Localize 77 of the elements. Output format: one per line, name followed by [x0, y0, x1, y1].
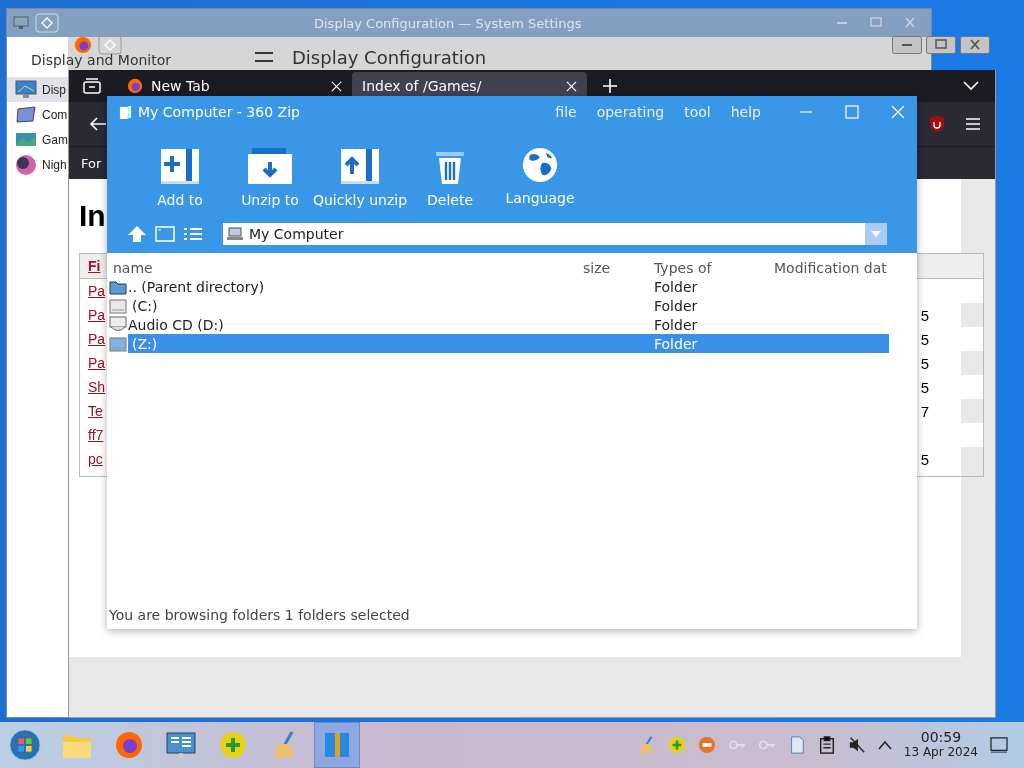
muted-speaker-icon[interactable]	[847, 736, 866, 754]
column-header[interactable]: Modification dat	[774, 259, 887, 276]
caret-icon	[871, 231, 881, 237]
back-icon[interactable]	[89, 116, 107, 132]
file-link[interactable]: Pa	[88, 331, 106, 347]
table-cell: 7	[920, 402, 929, 420]
maximize-icon[interactable]	[926, 36, 956, 54]
moon-icon	[15, 153, 37, 176]
archive-icon	[322, 730, 352, 760]
tab-list-icon[interactable]	[83, 78, 101, 94]
section-title: Display and Monitor	[31, 52, 172, 68]
globe-icon	[521, 146, 559, 184]
file-link[interactable]: Te	[88, 403, 103, 419]
window-title: Display Configuration — System Settings	[314, 15, 582, 31]
list-view-icon[interactable]	[183, 227, 203, 241]
screen-icon	[15, 104, 37, 125]
folder-download-icon	[246, 146, 294, 186]
file-link[interactable]: Pa	[88, 283, 106, 299]
clipboard-icon[interactable]	[817, 736, 836, 754]
show-desktop-icon[interactable]	[990, 737, 1008, 753]
status-text: You are browsing folders 1 folders selected	[108, 607, 411, 625]
file-link[interactable]: pc	[88, 451, 103, 467]
table-cell: 5	[920, 378, 929, 396]
browser-tab[interactable]: New Tab	[117, 72, 352, 100]
file-link[interactable]: Sh	[88, 379, 106, 395]
column-header[interactable]: Types of	[654, 259, 774, 276]
monitor-icon	[15, 79, 37, 100]
file-link[interactable]: Pa	[88, 307, 106, 323]
sidebar-item[interactable]: Nigh	[7, 152, 68, 177]
drive-icon	[109, 335, 127, 352]
column-header[interactable]: name	[113, 259, 583, 276]
column-header[interactable]: size	[583, 259, 654, 276]
file-row[interactable]: (C:) Folder	[128, 296, 889, 315]
sidebar-item[interactable]: Gam	[7, 127, 68, 152]
file-row[interactable]: .. (Parent directory) Folder	[128, 277, 889, 296]
start-button[interactable]	[8, 728, 42, 762]
dropdown-button[interactable]	[865, 223, 887, 245]
menu-icon[interactable]	[254, 50, 274, 64]
new-tab-icon[interactable]	[603, 79, 617, 93]
page-title: Display Configuration	[292, 46, 487, 68]
clock[interactable]: 00:59 13 Apr 2024	[903, 730, 978, 760]
firefox-icon	[74, 36, 92, 54]
plus-icon	[218, 730, 248, 760]
up-arrow-icon[interactable]	[127, 225, 147, 243]
chevron-down-icon[interactable]	[963, 81, 979, 91]
sidebar-item[interactable]: Com	[7, 102, 68, 127]
computer-icon	[227, 227, 243, 241]
sidebar-item[interactable]: Disp	[7, 77, 68, 102]
file-link[interactable]: Pa	[88, 355, 106, 371]
table-cell: 5	[920, 450, 929, 468]
caret-up-icon[interactable]	[877, 740, 892, 750]
column-header[interactable]: Fi	[88, 258, 101, 274]
plus-icon[interactable]	[667, 736, 686, 754]
book-icon	[119, 104, 132, 120]
firefox-icon	[114, 730, 144, 760]
cd-drive-icon	[109, 315, 127, 334]
pin-icon[interactable]	[98, 35, 122, 55]
menu-icon[interactable]	[965, 117, 981, 131]
file-row[interactable]: Audio CD (D:) Folder	[128, 315, 889, 334]
drive-icon	[109, 297, 127, 314]
control-panel-icon	[165, 730, 197, 760]
table-cell: 5	[920, 330, 929, 348]
archive-upload-icon	[340, 146, 380, 186]
view-icon[interactable]	[155, 226, 175, 242]
bookmark-link[interactable]: For	[81, 155, 102, 171]
monitor-icon	[13, 16, 29, 30]
window-title: My Computer - 360 Zip	[138, 104, 300, 120]
table-cell: 5	[920, 306, 929, 324]
page-heading: In	[79, 199, 106, 233]
stop-icon[interactable]	[697, 736, 716, 754]
file-link[interactable]: ff7	[88, 427, 104, 443]
path-field[interactable]: My Computer	[223, 223, 887, 245]
archive-add-icon	[160, 146, 200, 186]
minimize-icon[interactable]	[892, 36, 922, 54]
shield-icon[interactable]	[929, 115, 945, 133]
table-cell: 5	[920, 354, 929, 372]
firefox-icon	[127, 78, 143, 94]
